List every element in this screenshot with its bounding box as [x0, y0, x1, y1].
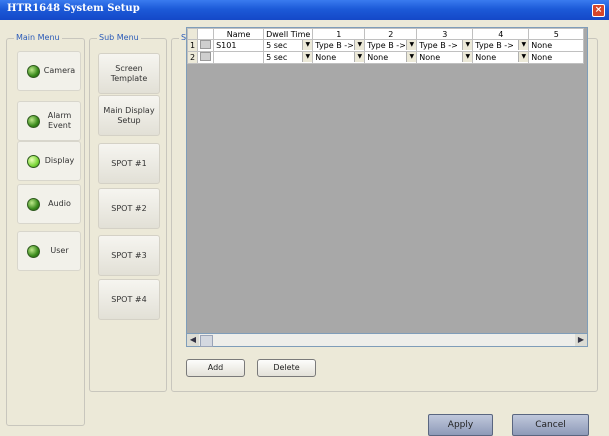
column-header: 5: [528, 28, 585, 40]
camera-select[interactable]: None ▼: [416, 51, 474, 64]
title-bar: HTR1648 System Setup ×: [0, 0, 609, 20]
chevron-down-icon[interactable]: ▼: [518, 40, 528, 50]
horizontal-scrollbar[interactable]: ◀ ▶: [186, 333, 588, 347]
arrow-right-icon[interactable]: ▶: [575, 334, 587, 346]
selector-header: [197, 28, 215, 40]
camera-select[interactable]: Type B -> ▼: [312, 39, 366, 52]
close-icon[interactable]: ×: [592, 4, 605, 17]
status-led-icon: [27, 115, 40, 128]
main-menu-alarm-event-button[interactable]: Alarm Event: [17, 101, 81, 141]
sub-menu-spot1-button[interactable]: SPOT #1: [98, 143, 160, 184]
table-row[interactable]: 1 S101 5 sec ▼ Type B -> ▼ Type B -> ▼ Type…: [187, 39, 585, 52]
column-header: 4: [472, 28, 530, 40]
apply-button[interactable]: Apply: [428, 414, 493, 436]
dwell-time-select[interactable]: 5 sec ▼: [263, 39, 314, 52]
main-menu-label: User: [50, 246, 69, 255]
main-menu-audio-button[interactable]: Audio: [17, 184, 81, 224]
chevron-down-icon[interactable]: ▼: [518, 52, 528, 62]
name-cell[interactable]: S101: [213, 39, 265, 52]
main-menu-label: Camera: [43, 66, 76, 75]
scroll-thumb[interactable]: [200, 335, 213, 347]
row-selector-icon: [200, 40, 212, 49]
camera-value: None: [419, 53, 441, 62]
main-menu-display-button[interactable]: Display: [17, 141, 81, 181]
name-cell[interactable]: [213, 51, 265, 64]
camera-value: Type B ->: [315, 41, 354, 50]
chevron-down-icon[interactable]: ▼: [406, 52, 416, 62]
camera-select[interactable]: None ▼: [472, 51, 530, 64]
chevron-down-icon[interactable]: ▼: [354, 40, 364, 50]
chevron-down-icon[interactable]: ▼: [302, 52, 312, 62]
chevron-down-icon[interactable]: ▼: [462, 40, 472, 50]
column-header: 1: [312, 28, 366, 40]
camera-select[interactable]: None: [528, 51, 585, 64]
window-title: HTR1648 System Setup: [7, 3, 140, 14]
table-header-row: Name Dwell Time 1 2 3 4 5: [187, 28, 585, 40]
corner-cell: [187, 28, 199, 40]
camera-select[interactable]: None: [528, 39, 585, 52]
main-menu-title: Main Menu: [14, 33, 62, 42]
row-selector-icon: [200, 52, 212, 61]
camera-select[interactable]: Type B -> ▼: [364, 39, 418, 52]
camera-value: None: [475, 53, 497, 62]
camera-select[interactable]: Type B -> ▼: [416, 39, 474, 52]
sub-menu-spot4-button[interactable]: SPOT #4: [98, 279, 160, 320]
sub-menu-spot3-button[interactable]: SPOT #3: [98, 235, 160, 276]
camera-value: Type B ->: [419, 41, 458, 50]
chevron-down-icon[interactable]: ▼: [406, 40, 416, 50]
row-number: 2: [187, 51, 199, 64]
status-led-icon: [27, 155, 40, 168]
cancel-button[interactable]: Cancel: [512, 414, 589, 436]
camera-select[interactable]: None ▼: [364, 51, 418, 64]
column-header: Name: [213, 28, 265, 40]
column-header: Dwell Time: [263, 28, 314, 40]
column-header: 3: [416, 28, 474, 40]
chevron-down-icon[interactable]: ▼: [354, 52, 364, 62]
status-led-icon: [27, 245, 40, 258]
main-menu-user-button[interactable]: User: [17, 231, 81, 271]
arrow-left-icon[interactable]: ◀: [187, 334, 199, 346]
main-menu-label: Audio: [48, 199, 71, 208]
row-selector-cell[interactable]: [197, 51, 215, 64]
sub-menu-spot2-button[interactable]: SPOT #2: [98, 188, 160, 229]
camera-value: Type B ->: [475, 41, 514, 50]
camera-select[interactable]: None ▼: [312, 51, 366, 64]
sub-menu-group: Sub Menu Screen Template Main Display Se…: [89, 33, 167, 392]
dwell-value: 5 sec: [266, 41, 288, 50]
column-header: 2: [364, 28, 418, 40]
camera-value: None: [367, 53, 389, 62]
spot-grid[interactable]: Name Dwell Time 1 2 3 4 5 1 S101 5 sec ▼ …: [186, 27, 588, 347]
dwell-time-select[interactable]: 5 sec ▼: [263, 51, 314, 64]
spot-table: Name Dwell Time 1 2 3 4 5 1 S101 5 sec ▼ …: [187, 28, 585, 64]
chevron-down-icon[interactable]: ▼: [302, 40, 312, 50]
main-menu-camera-button[interactable]: Camera: [17, 51, 81, 91]
dwell-value: 5 sec: [266, 53, 288, 62]
main-menu-label: Alarm Event: [47, 111, 72, 130]
main-menu-group: Main Menu Camera Alarm Event Display Aud…: [6, 33, 85, 426]
sub-menu-main-display-setup-button[interactable]: Main Display Setup: [98, 95, 160, 136]
delete-button[interactable]: Delete: [257, 359, 316, 377]
status-led-icon: [27, 65, 40, 78]
row-selector-cell[interactable]: [197, 39, 215, 52]
sub-menu-title: Sub Menu: [97, 33, 141, 42]
sub-menu-screen-template-button[interactable]: Screen Template: [98, 53, 160, 94]
camera-value: None: [315, 53, 337, 62]
main-menu-label: Display: [44, 156, 75, 165]
status-led-icon: [27, 198, 40, 211]
camera-value: Type B ->: [367, 41, 406, 50]
chevron-down-icon[interactable]: ▼: [462, 52, 472, 62]
table-row[interactable]: 2 5 sec ▼ None ▼ None ▼ None ▼ None ▼ None: [187, 51, 585, 64]
add-button[interactable]: Add: [186, 359, 245, 377]
row-number: 1: [187, 39, 199, 52]
camera-select[interactable]: Type B -> ▼: [472, 39, 530, 52]
